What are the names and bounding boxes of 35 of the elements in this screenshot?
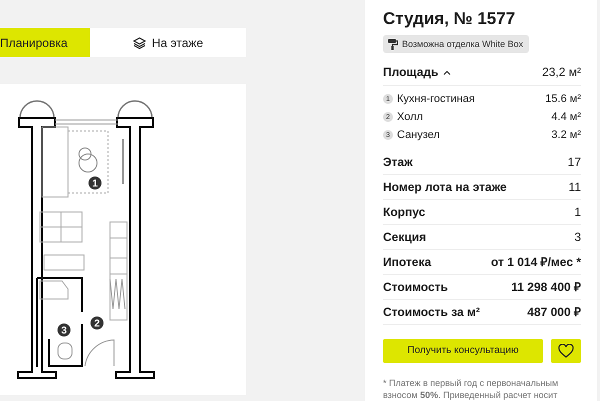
detail-value: 17	[568, 155, 581, 170]
heart-icon	[558, 344, 574, 358]
room-name: Санузел	[397, 129, 440, 142]
detail-value: 487 000 ₽	[527, 304, 581, 320]
room-marker: 1	[88, 176, 102, 190]
room-marker: 3	[58, 324, 70, 336]
badge-text: Возможна отделка White Box	[402, 39, 524, 49]
detail-value: от 1 014 ₽/мес *	[490, 254, 581, 270]
detail-value: 11 298 400 ₽	[511, 279, 581, 296]
detail-value: 1	[574, 205, 581, 220]
room-name: Кухня-гостиная	[397, 93, 475, 106]
detail-label: Ипотека	[383, 254, 432, 269]
detail-value: 11	[568, 180, 581, 194]
detail-label: Стоимость за м²	[383, 304, 480, 319]
room-name: Холл	[397, 111, 423, 124]
layers-icon	[132, 36, 146, 48]
room-area: 4.4 м²	[551, 111, 581, 124]
consultation-button[interactable]: Получить консультацию	[383, 338, 543, 363]
room-area: 3.2 м²	[551, 129, 581, 142]
detail-label: Секция	[383, 230, 426, 244]
area-value: 23,2 м²	[542, 65, 581, 80]
tab[interactable]: Планировка	[0, 28, 90, 57]
room-area: 15.6 м²	[545, 93, 581, 106]
detail-label: Стоимость	[383, 280, 448, 294]
detail-label: Корпус	[383, 205, 426, 220]
footnote: * Платеж в первый год с первоначальным взносом 50%. Приведенный расчет носит	[383, 376, 560, 401]
room-marker: 2	[90, 316, 104, 330]
tab[interactable]: На этаже	[90, 28, 246, 57]
favorite-button[interactable]	[551, 338, 581, 363]
area-label[interactable]: Площадь	[383, 65, 438, 80]
detail-value: 3	[574, 230, 581, 244]
detail-label: Номер лота на этаже	[383, 180, 507, 194]
paint-roller-icon	[387, 38, 398, 50]
detail-label: Этаж	[383, 155, 413, 170]
apartment-title: Студия, № 1577	[383, 9, 516, 29]
